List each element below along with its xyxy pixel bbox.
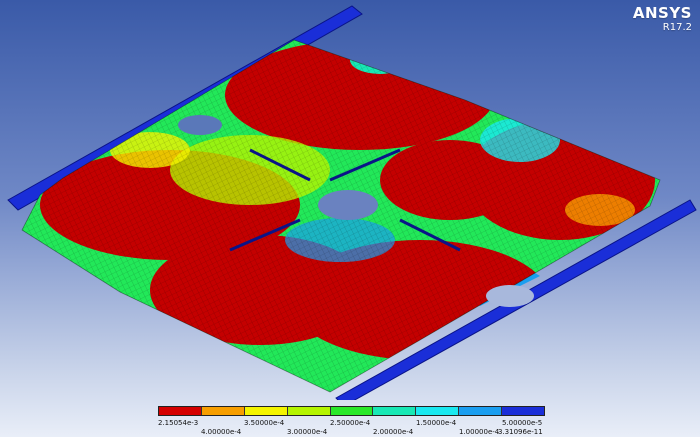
legend-label: 3.31096e-11 <box>498 428 543 436</box>
legend-label: 1.00000e-4 <box>459 428 500 436</box>
legend-label: 1.50000e-4 <box>416 419 457 427</box>
legend-swatch <box>502 407 545 415</box>
legend-color-bar <box>158 406 545 416</box>
fea-model-view[interactable] <box>0 0 700 400</box>
legend-label: 5.00000e-5 <box>502 419 543 427</box>
legend-label: 2.15054e-3 <box>158 419 199 427</box>
legend-swatch <box>373 407 417 415</box>
legend-swatch <box>159 407 202 415</box>
legend-label: 3.00000e-4 <box>287 428 328 436</box>
legend-swatch <box>330 407 374 415</box>
legend-swatch <box>459 407 503 415</box>
color-legend: 2.15054e-3 3.50000e-4 2.50000e-4 1.50000… <box>158 406 545 436</box>
corner-cutout-right <box>486 285 534 307</box>
legend-label: 2.00000e-4 <box>373 428 414 436</box>
legend-swatch <box>287 407 331 415</box>
legend-swatch <box>201 407 245 415</box>
legend-label: 4.00000e-4 <box>201 428 242 436</box>
legend-swatch <box>244 407 288 415</box>
legend-label: 3.50000e-4 <box>244 419 285 427</box>
legend-swatch <box>416 407 460 415</box>
legend-label: 2.50000e-4 <box>330 419 371 427</box>
center-hole <box>318 190 378 220</box>
corner-cutout-left <box>178 115 222 135</box>
